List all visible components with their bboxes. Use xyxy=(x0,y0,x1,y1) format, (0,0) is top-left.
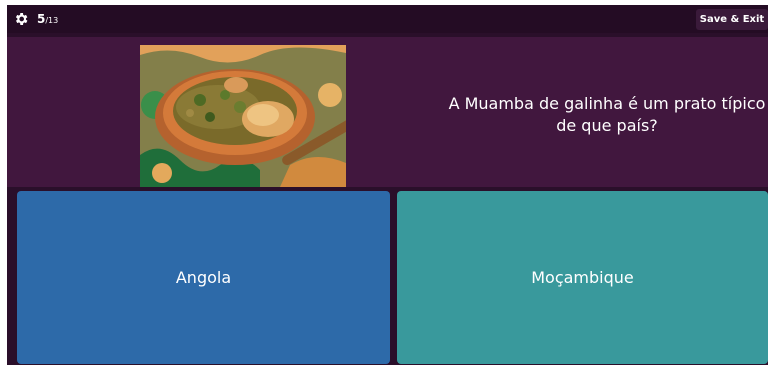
question-text: A Muamba de galinha é um prato típico de… xyxy=(448,94,766,135)
answer-label: Angola xyxy=(175,268,232,287)
gear-icon[interactable] xyxy=(13,11,29,27)
top-bar: 5/13 Save & Exit xyxy=(7,5,768,33)
answer-option-1[interactable]: Angola xyxy=(17,191,390,364)
progress-total: /13 xyxy=(45,16,59,25)
question-progress: 5/13 xyxy=(37,11,58,29)
answer-label: Moçambique xyxy=(531,268,634,287)
quiz-window: 5/13 Save & Exit A Muamba de galinha é u… xyxy=(7,5,768,365)
save-exit-button[interactable]: Save & Exit xyxy=(696,9,768,30)
answer-option-2[interactable]: Moçambique xyxy=(397,191,768,364)
food-photo xyxy=(140,45,346,187)
question-panel: A Muamba de galinha é um prato típico de… xyxy=(7,37,768,187)
